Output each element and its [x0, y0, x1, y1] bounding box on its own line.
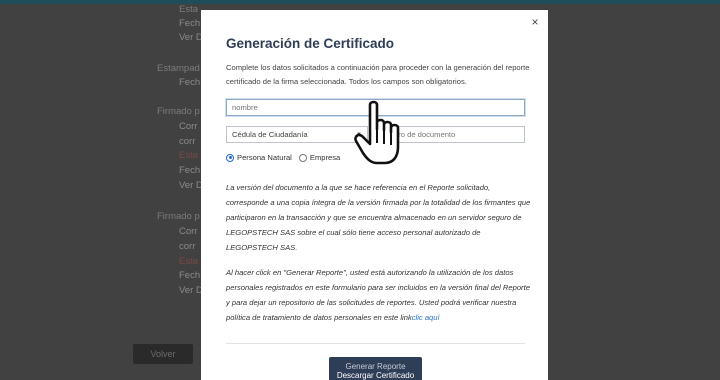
bg-section-title: Estampad — [157, 63, 200, 74]
generate-report-label: Generar Reporte — [345, 362, 406, 371]
radio-unselected-icon[interactable] — [298, 153, 307, 162]
privacy-policy-link[interactable]: clic aquí — [412, 313, 440, 322]
certificate-modal: × Generación de Certificado Complete los… — [201, 10, 548, 380]
radio-persona-natural[interactable]: Persona Natural — [226, 153, 292, 162]
data-authorization-text: Al hacer click en "Generar Reporte", ust… — [226, 268, 530, 322]
back-button[interactable]: Volver — [133, 344, 193, 364]
bg-label: corr — [179, 241, 196, 252]
bg-section-title: Firmado p — [157, 106, 200, 117]
hand-pointer-icon — [354, 100, 400, 165]
bg-label: Fech — [179, 270, 201, 281]
bg-status-label: Esta — [179, 256, 199, 267]
document-type-select[interactable]: Cédula de Ciudadanía ▼ — [226, 126, 368, 143]
radio-empresa[interactable]: Empresa — [298, 153, 341, 162]
bg-label: Corr — [179, 226, 198, 237]
bg-section-title: Firmado p — [157, 211, 200, 222]
document-version-notice: La versión del documento a la que se hac… — [226, 183, 531, 252]
close-icon[interactable]: × — [529, 15, 541, 29]
bg-label: Fech — [179, 165, 201, 176]
footer-divider — [226, 343, 525, 344]
modal-title: Generación de Certificado — [226, 36, 395, 51]
bg-label: Fech — [179, 77, 201, 88]
document-type-value: Cédula de Ciudadanía — [232, 130, 308, 139]
person-type-radio-group: Persona Natural Empresa — [226, 153, 340, 162]
bg-label: Ver D — [179, 285, 203, 296]
radio-empresa-label: Empresa — [309, 153, 341, 162]
bg-label: Corr — [179, 121, 198, 132]
bg-label: Ver D — [179, 180, 203, 191]
bg-label: corr — [179, 136, 196, 147]
radio-persona-natural-label: Persona Natural — [237, 153, 292, 162]
bg-status-label: Esta — [179, 150, 199, 161]
bg-label: Ver D — [179, 32, 203, 43]
download-certificate-label: Descargar Certificado — [336, 371, 415, 380]
modal-intro-text: Complete los datos solicitados a continu… — [226, 63, 530, 86]
radio-selected-icon[interactable] — [226, 153, 234, 162]
bg-label: Esta — [179, 4, 199, 15]
bg-label: Fech — [179, 18, 201, 29]
data-authorization-notice: Al hacer click en "Generar Reporte", ust… — [226, 265, 531, 325]
generate-report-button[interactable]: Generar Reporte Descargar Certificado — [329, 357, 422, 380]
